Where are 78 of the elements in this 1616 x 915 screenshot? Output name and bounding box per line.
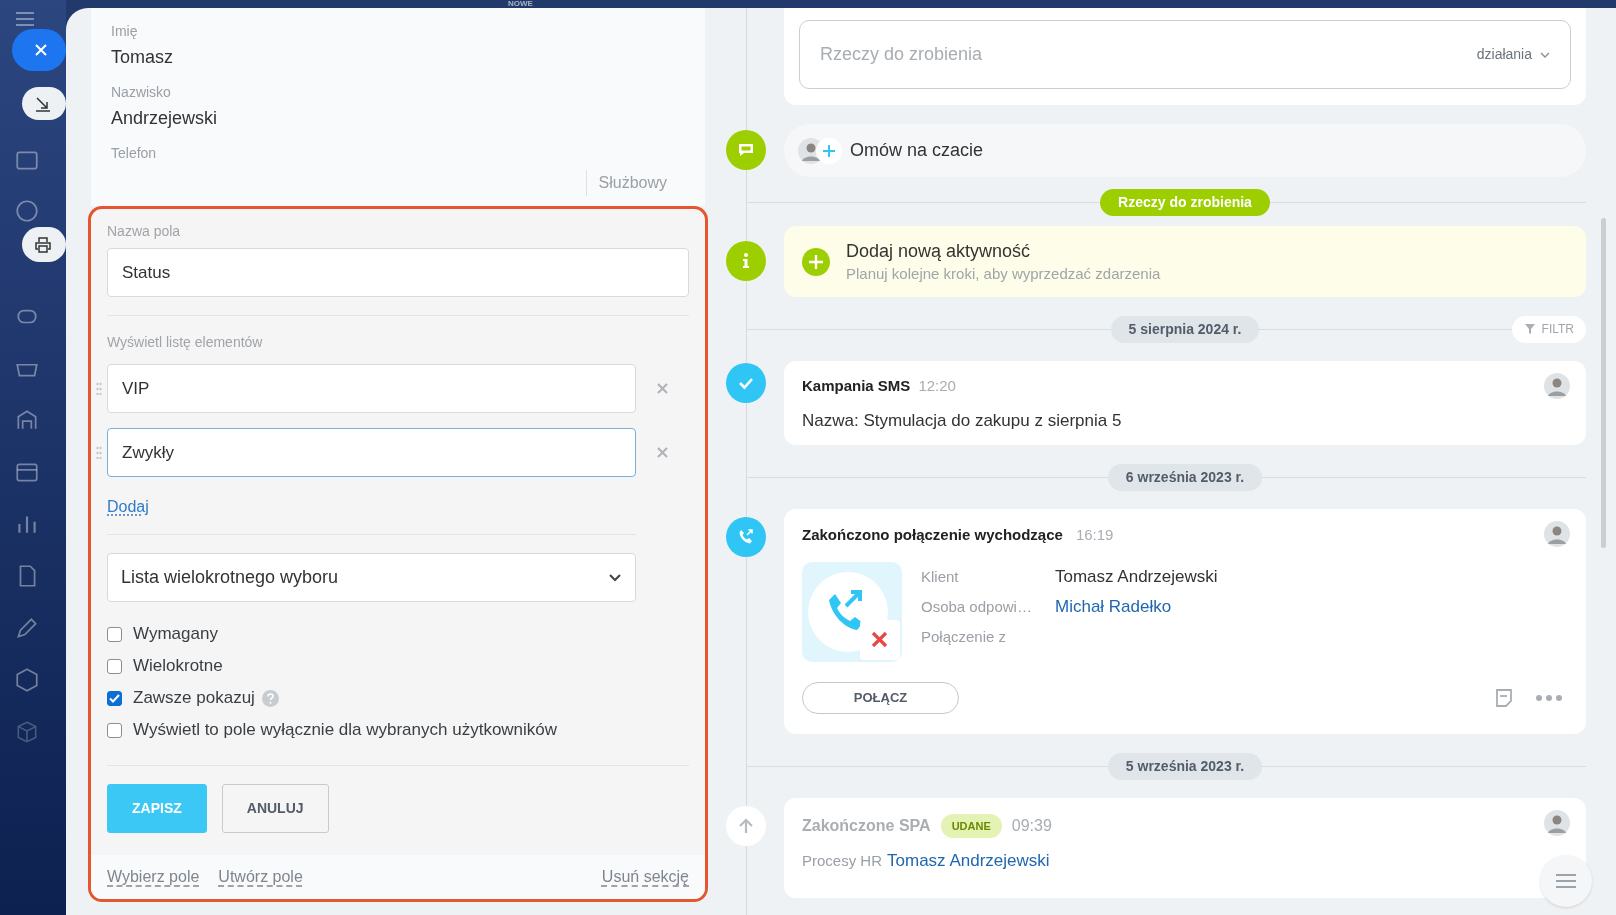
entry-time: 12:20: [918, 376, 956, 396]
field-label: Imię: [111, 22, 139, 40]
name-input[interactable]: Status: [107, 248, 689, 297]
drag-handle-icon: [96, 381, 102, 396]
add-link[interactable]: Dodaj: [107, 497, 149, 517]
date-badge: 5 września 2023 r.: [1107, 752, 1263, 780]
type-select[interactable]: Lista wielokrotnego wyboru: [107, 553, 636, 602]
menu-icon: [14, 10, 36, 28]
note-icon: [1494, 687, 1514, 708]
cancel-button[interactable]: ANULUJ: [221, 784, 329, 833]
footer-link[interactable]: Utwórz pole: [218, 865, 303, 889]
printer-icon: [34, 235, 52, 254]
footer-link[interactable]: Wybierz pole: [107, 865, 200, 889]
chevron-down-icon: [1540, 51, 1550, 58]
field-value: Tomasz: [111, 46, 174, 69]
avatar-icon: [1544, 810, 1570, 836]
activity-title: Dodaj nową aktywność: [846, 239, 1032, 262]
detail-value: Tomasz Andrzejewski: [1055, 565, 1218, 588]
checkbox-label: Wymagany: [133, 623, 218, 646]
chat-label: Omów na czacie: [850, 139, 984, 162]
checkbox-label: Zawsze pokazuj: [133, 687, 255, 710]
todo-input[interactable]: Rzeczy do zrobienia działania: [799, 20, 1571, 89]
footer-link[interactable]: Usuń sekcję: [601, 865, 689, 889]
entry-title: Kampania SMS: [802, 376, 911, 396]
menu-button[interactable]: [1540, 855, 1592, 907]
note-button[interactable]: [1494, 687, 1514, 708]
close-icon: [656, 383, 668, 394]
close-icon: [34, 43, 48, 57]
person-link[interactable]: Tomasz Andrzejewski: [887, 848, 1050, 874]
avatar-icon: [1544, 521, 1570, 547]
status-badge: UDANE: [940, 814, 1002, 838]
checkbox[interactable]: [107, 690, 122, 706]
detail-label: Osoba odpowi…: [921, 596, 1033, 617]
arrow-down-right-icon: [34, 94, 52, 113]
menu-icon: [1554, 873, 1578, 889]
select-value: Lista wielokrotnego wyboru: [121, 566, 339, 589]
entry-time: 09:39: [1011, 816, 1052, 836]
filter-icon: [1523, 323, 1536, 335]
more-icon: [1536, 694, 1562, 701]
actions-dropdown[interactable]: działania: [1476, 44, 1550, 65]
checkbox[interactable]: [107, 626, 122, 642]
field-value: Andrzejewski: [111, 107, 219, 130]
item-input[interactable]: VIP: [107, 364, 636, 413]
todo-placeholder: Rzeczy do zrobienia: [820, 43, 983, 66]
field-label: Nazwa pola: [107, 222, 182, 240]
pen-icon: [14, 615, 40, 641]
close-icon: [656, 447, 668, 458]
check-icon: [109, 693, 120, 703]
field-label: Telefon: [111, 144, 158, 162]
plus-circle-icon: [802, 247, 830, 276]
item-input[interactable]: Zwykły: [107, 428, 636, 477]
new-label: NOWE: [508, 0, 533, 8]
checkbox-label: Wyświetl to pole wyłącznie dla wybranych użytkowników: [133, 719, 558, 742]
detail-label: Klient: [921, 566, 960, 587]
entry-title: Zakończono połączenie wychodzące: [802, 525, 1063, 545]
date-badge: 5 sierpnia 2024 r.: [1110, 315, 1260, 343]
checkbox-label: Wielokrotne: [133, 655, 223, 678]
field-label: Nazwisko: [111, 83, 172, 101]
field-label: Wyświetl listę elementów: [107, 333, 264, 351]
checkbox[interactable]: [107, 658, 122, 674]
target-icon: [14, 198, 40, 224]
detail-label: Połączenie z: [921, 626, 1008, 647]
drag-handle-icon: [96, 445, 102, 460]
date-badge: 6 września 2023 r.: [1107, 463, 1263, 491]
chevron-down-icon: [608, 573, 622, 582]
plus-icon: [822, 143, 836, 158]
entry-time: 16:19: [1075, 525, 1114, 545]
person-link[interactable]: Michał Radełko: [1055, 595, 1218, 618]
more-button[interactable]: [1536, 694, 1562, 701]
entry-text: Nazwa: Stymulacja do zakupu z sierpnia 5: [802, 409, 1123, 432]
checkbox[interactable]: [107, 722, 122, 738]
add-button[interactable]: [816, 137, 842, 164]
activity-subtitle: Planuj kolejne kroki, aby wyprzedzać zdarzenia: [846, 263, 1161, 284]
hexagon-icon: [14, 667, 40, 693]
avatar-icon: [1544, 373, 1570, 399]
entry-text: Procesy HR: [802, 851, 883, 871]
section-badge: Rzeczy do zrobienia: [1100, 188, 1270, 216]
entry-title: Zakończone SPA: [802, 816, 931, 836]
